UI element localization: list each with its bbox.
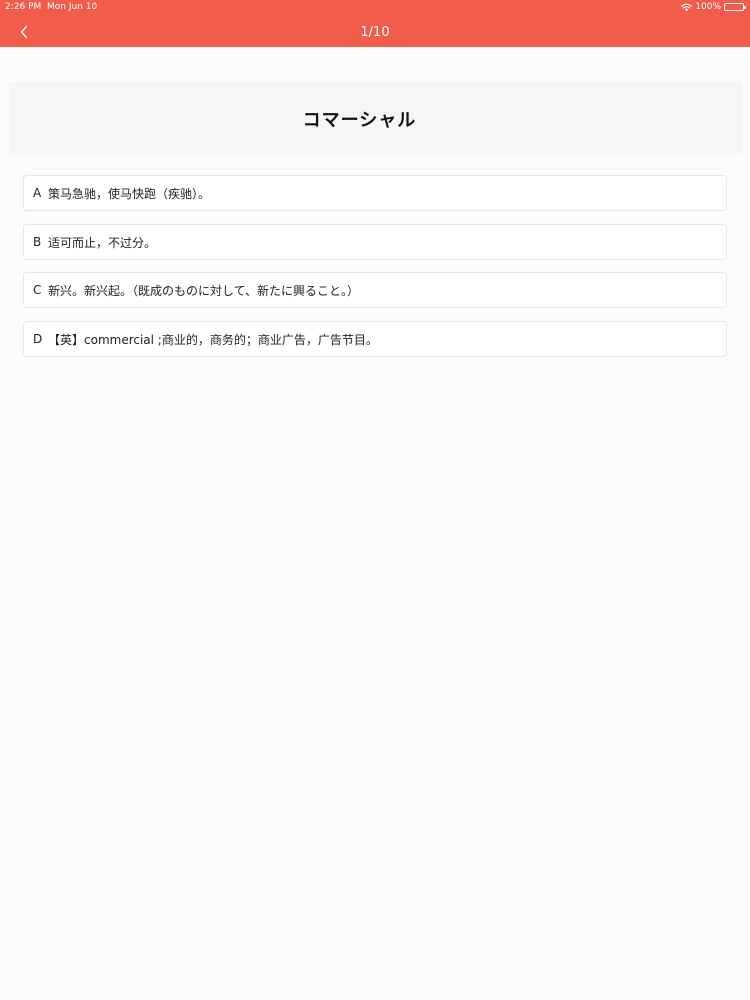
option-text: 新兴。新兴起。（既成のものに対して、新たに興ること。） bbox=[48, 283, 360, 298]
top-bar: 2:26 PM Mon Jun 10 100% 1/10 bbox=[0, 0, 750, 47]
option-text: 适可而止，不过分。 bbox=[48, 235, 157, 250]
battery-icon bbox=[724, 3, 746, 11]
question-word: コマーシャル bbox=[302, 109, 417, 131]
option-a[interactable]: A 策马急驰，使马快跑（疾驰）。 bbox=[23, 175, 727, 211]
option-c[interactable]: C 新兴。新兴起。（既成のものに対して、新たに興ること。） bbox=[23, 272, 727, 308]
battery-percent: 100% bbox=[695, 1, 721, 12]
question-word-panel: コマーシャル bbox=[9, 82, 742, 155]
wifi-icon bbox=[681, 3, 693, 12]
status-date: Mon Jun 10 bbox=[47, 2, 98, 12]
status-indicators: 100% bbox=[681, 1, 746, 13]
option-b[interactable]: B 适可而止，不过分。 bbox=[23, 224, 727, 260]
option-letter: B bbox=[33, 235, 42, 249]
progress-title: 1/10 bbox=[360, 25, 390, 40]
option-letter: D bbox=[33, 332, 43, 346]
option-letter: A bbox=[33, 186, 42, 200]
option-text: 策马急驰，使马快跑（疾驰）。 bbox=[48, 186, 211, 201]
option-text: 【英】commercial ;商业的，商务的；商业广告，广告节目。 bbox=[48, 332, 378, 347]
option-letter: C bbox=[33, 283, 42, 297]
status-time: 2:26 PM bbox=[5, 2, 42, 12]
option-d[interactable]: D 【英】commercial ;商业的，商务的；商业广告，广告节目。 bbox=[23, 321, 727, 357]
